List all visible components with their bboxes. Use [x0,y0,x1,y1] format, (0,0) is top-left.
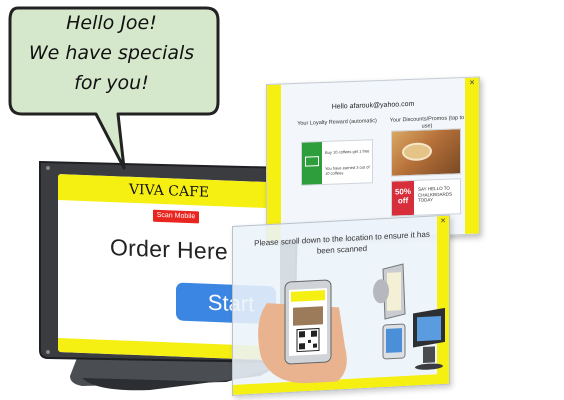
bubble-line-1: Hello Joe! [66,12,157,34]
food-bowl-icon [402,142,432,162]
loyalty-card-stripe [302,142,322,185]
promo-text: SAY HELLO TO CHALKBOARDS TODAY [418,185,453,203]
user-greeting: Hello afarouk@yahoo.com [331,100,415,111]
loyalty-progress: You have earned 3 out of 10 coffees [325,164,370,176]
panel-yellow-edge-left [267,84,281,241]
promo-food-image[interactable] [391,128,461,177]
speech-bubble: Hello Joe! We have specials for you! [0,0,235,175]
illustration [258,263,445,383]
bubble-line-3: for you! [74,72,149,94]
loyalty-card[interactable]: Buy 10 coffees get 1 free You have earne… [301,139,373,186]
loyalty-reward-title: Your Loyalty Reward (automatic) [297,118,377,127]
bubble-line-2: We have specials [28,42,195,64]
scroll-panel: ✕ Please scroll down to the location to … [232,214,450,396]
punch-card-icon [305,156,319,167]
promo-card[interactable]: 50% off SAY HELLO TO CHALKBOARDS TODAY [391,178,461,217]
promo-badge: 50% off [392,180,414,216]
loyalty-offer: Buy 10 coffees get 1 free [325,148,370,155]
close-icon[interactable]: ✕ [468,80,476,88]
scan-mobile-button[interactable]: Scan Mobile [153,209,199,224]
panel-yellow-edge-right [465,77,479,235]
